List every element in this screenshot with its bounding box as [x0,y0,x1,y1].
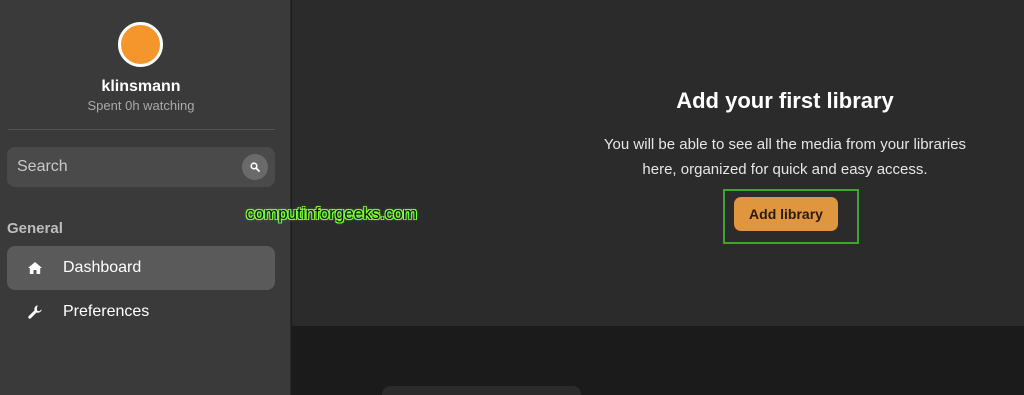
sidebar-item-preferences[interactable]: Preferences [7,290,275,334]
home-icon [27,260,43,276]
page-title: Add your first library [676,88,894,113]
watermark-text: computinforgeeks.com [246,204,418,223]
sidebar: klinsmann Spent 0h watching General Dash… [0,0,291,395]
search-box [7,147,275,187]
main-panel: Add your first library You will be able … [292,0,1024,326]
sidebar-item-dashboard[interactable]: Dashboard [7,246,275,290]
sidebar-item-label: Preferences [63,303,150,320]
search-input[interactable] [7,147,237,187]
wrench-icon [27,304,43,320]
add-library-button[interactable]: Add library [734,197,838,231]
sidebar-item-label: Dashboard [63,259,142,276]
sidebar-divider [8,129,275,130]
bottom-card [382,386,581,395]
description-line: You will be able to see all the media fr… [603,136,967,153]
avatar[interactable] [118,22,163,67]
search-icon[interactable] [242,154,268,180]
section-label-general: General [7,220,63,237]
description-line: here, organized for quick and easy acces… [642,161,928,178]
username: klinsmann [101,78,181,95]
page-description: You will be able to see all the media fr… [292,132,1024,182]
watch-time-text: Spent 0h watching [87,98,195,113]
